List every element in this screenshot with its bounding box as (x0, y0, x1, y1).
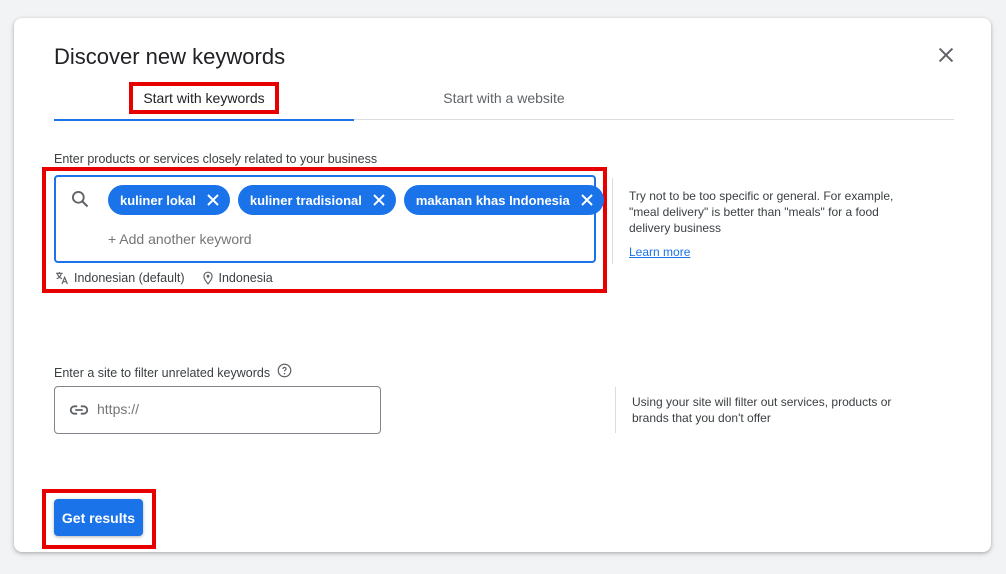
remove-chip-icon[interactable] (580, 193, 594, 207)
discover-keywords-dialog: Discover new keywords Start with keyword… (14, 18, 991, 552)
divider (615, 387, 616, 433)
keyword-chip[interactable]: kuliner lokal (108, 185, 230, 215)
tab-label: Start with keywords (129, 82, 279, 114)
remove-chip-icon[interactable] (372, 193, 386, 207)
site-input-box[interactable] (54, 386, 381, 434)
tip-text: Try not to be too specific or general. F… (629, 189, 894, 235)
search-icon (72, 191, 89, 208)
divider (612, 178, 613, 264)
chip-label: makanan khas Indonesia (415, 192, 570, 208)
dialog-title: Discover new keywords (54, 44, 286, 69)
translate-icon (56, 272, 68, 285)
close-icon[interactable] (935, 44, 957, 66)
keyword-chips: kuliner lokal kuliner tradisional makana… (108, 185, 604, 215)
chip-label: kuliner tradisional (249, 192, 362, 208)
keyword-tip: Try not to be too specific or general. F… (629, 188, 919, 260)
keywords-label: Enter products or services closely relat… (54, 152, 378, 166)
keyword-chip[interactable]: kuliner tradisional (237, 185, 396, 215)
site-url-input[interactable] (97, 401, 367, 417)
location-setting[interactable]: Indonesia (219, 271, 273, 285)
site-label: Enter a site to filter unrelated keyword… (54, 363, 292, 380)
learn-more-link[interactable]: Learn more (629, 245, 690, 259)
tab-label: Start with a website (443, 90, 565, 106)
get-results-button[interactable]: Get results (54, 499, 143, 536)
tab-bar: Start with keywords Start with a website (54, 76, 954, 121)
chip-label: kuliner lokal (120, 192, 196, 208)
site-note: Using your site will filter out services… (632, 395, 892, 425)
site-label-text: Enter a site to filter unrelated keyword… (54, 366, 271, 380)
link-icon (69, 405, 89, 415)
language-setting[interactable]: Indonesian (default) (74, 271, 185, 285)
tab-start-with-website[interactable]: Start with a website (354, 76, 654, 120)
keyword-chip[interactable]: makanan khas Indonesia (403, 185, 604, 215)
tab-start-with-keywords[interactable]: Start with keywords (54, 76, 354, 121)
remove-chip-icon[interactable] (206, 193, 220, 207)
location-pin-icon (202, 271, 213, 285)
targeting-row: Indonesian (default) Indonesia (54, 270, 273, 286)
add-keyword-input[interactable] (108, 231, 408, 247)
keyword-input-box[interactable]: kuliner lokal kuliner tradisional makana… (54, 175, 604, 263)
help-icon[interactable] (277, 363, 292, 378)
